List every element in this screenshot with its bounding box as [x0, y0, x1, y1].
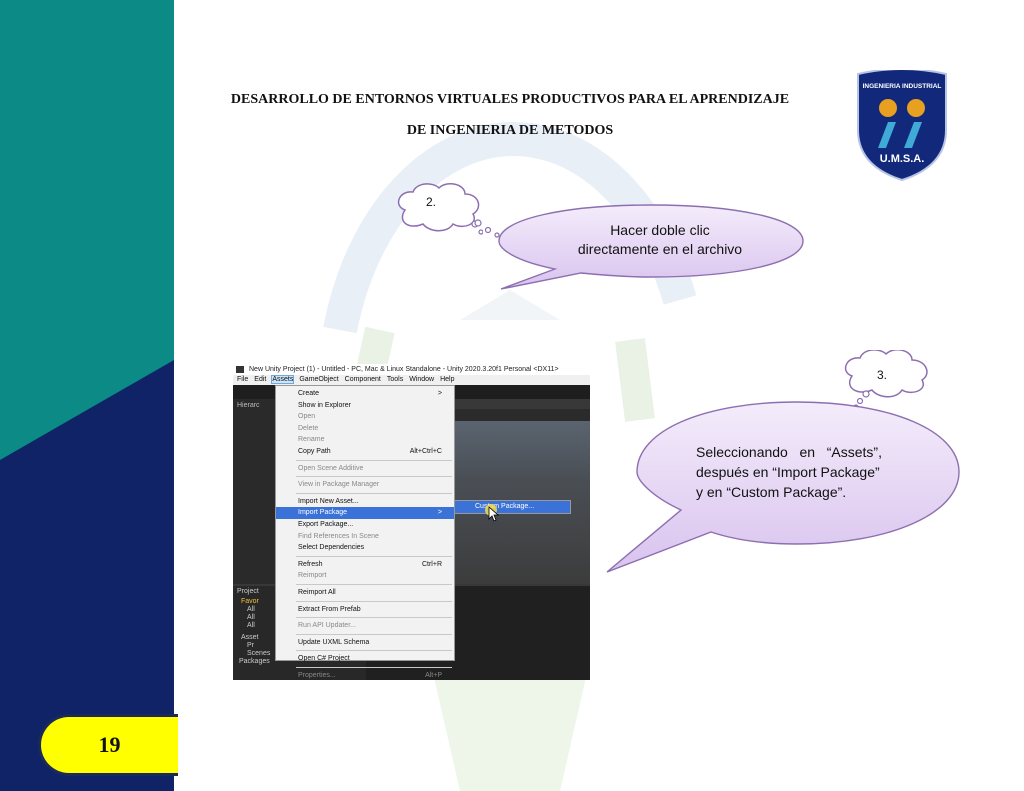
menu-separator	[296, 492, 452, 494]
step2-text-line2: directamente en el archivo	[577, 241, 743, 257]
menu-separator	[296, 666, 452, 668]
menu-tools[interactable]: Tools	[387, 376, 403, 383]
umsa-logo: U.M.S.A. INGENIERIA INDUSTRIAL	[857, 70, 947, 182]
menu-item-open-csharp-project[interactable]: Open C# Project	[276, 653, 454, 665]
unity-logo-icon	[236, 366, 244, 373]
unity-menu-bar: File Edit Assets GameObject Component Tools Wi…	[233, 375, 590, 385]
menu-separator	[296, 583, 452, 585]
menu-item-export-package[interactable]: Export Package...	[276, 519, 454, 531]
menu-item-view-in-package-manager[interactable]: View in Package Manager	[276, 479, 454, 491]
menu-item-refresh[interactable]: Refresh Ctrl+R	[276, 559, 454, 571]
menu-gameobject[interactable]: GameObject	[299, 376, 338, 383]
document-header-line1: DESARROLLO DE ENTORNOS VIRTUALES PRODUCT…	[230, 92, 790, 107]
step3-label: 3.	[877, 368, 888, 382]
menu-file[interactable]: File	[237, 376, 248, 383]
page-number: 19	[38, 714, 178, 776]
menu-item-run-api-updater[interactable]: Run API Updater...	[276, 620, 454, 632]
hierarchy-label: Hierarc	[237, 402, 260, 409]
document-header-line2: DE INGENIERIA DE METODOS	[406, 123, 614, 138]
menu-separator	[296, 633, 452, 635]
menu-item-rename[interactable]: Rename	[276, 434, 454, 446]
unity-title-bar: New Unity Project (1) - Untitled - PC, M…	[233, 364, 590, 375]
scene-toolbar	[446, 409, 590, 421]
menu-item-show-in-explorer[interactable]: Show in Explorer	[276, 400, 454, 412]
menu-item-open-scene-additive[interactable]: Open Scene Additive	[276, 463, 454, 475]
submenu-item-custom-package[interactable]: Custom Package...	[455, 501, 570, 513]
menu-help[interactable]: Help	[440, 376, 454, 383]
menu-item-find-references[interactable]: Find References In Scene	[276, 531, 454, 543]
menu-item-open[interactable]: Open	[276, 411, 454, 423]
menu-item-properties[interactable]: Properties... Alt+P	[276, 670, 454, 680]
unity-editor-screenshot: New Unity Project (1) - Untitled - PC, M…	[233, 364, 590, 680]
step3-text-line1: Seleccionando en “Assets”,	[696, 444, 882, 460]
menu-item-copy-path[interactable]: Copy Path Alt+Ctrl+C	[276, 446, 454, 458]
import-package-submenu: Custom Package...	[454, 500, 571, 514]
assets-dropdown-menu: Create > Show in Explorer Open Delete Ren…	[275, 385, 455, 679]
menu-item-delete[interactable]: Delete	[276, 423, 454, 435]
hierarchy-panel: Hierarc	[233, 399, 277, 584]
menu-item-reimport-all[interactable]: Reimport All	[276, 587, 454, 599]
step2-label: 2.	[426, 195, 437, 209]
menu-item-extract-from-prefab[interactable]: Extract From Prefab	[276, 604, 454, 616]
logo-arc-text: INGENIERIA INDUSTRIAL	[863, 83, 942, 90]
menu-separator	[296, 555, 452, 557]
menu-separator	[296, 617, 452, 619]
step3-text-line3: y en “Custom Package”.	[696, 484, 847, 500]
menu-separator	[296, 600, 452, 602]
menu-edit[interactable]: Edit	[254, 376, 266, 383]
menu-item-update-uxml-schema[interactable]: Update UXML Schema	[276, 637, 454, 649]
menu-item-import-new-asset[interactable]: Import New Asset...	[276, 496, 454, 508]
menu-separator	[296, 476, 452, 478]
step3-text-line2: después en “Import Package”	[696, 464, 880, 480]
menu-item-create[interactable]: Create >	[276, 388, 454, 400]
menu-item-import-package[interactable]: Import Package >	[276, 507, 454, 519]
menu-component[interactable]: Component	[345, 376, 381, 383]
sidebar-decoration	[0, 0, 174, 791]
mouse-cursor-icon	[485, 504, 500, 522]
logo-bottom-text: U.M.S.A.	[880, 153, 925, 165]
menu-window[interactable]: Window	[409, 376, 434, 383]
step2-text-line1: Hacer doble clic	[610, 222, 710, 238]
menu-separator	[296, 459, 452, 461]
menu-separator	[296, 650, 452, 652]
menu-assets[interactable]: Assets	[271, 375, 295, 384]
menu-item-select-dependencies[interactable]: Select Dependencies	[276, 542, 454, 554]
menu-item-reimport[interactable]: Reimport	[276, 570, 454, 582]
